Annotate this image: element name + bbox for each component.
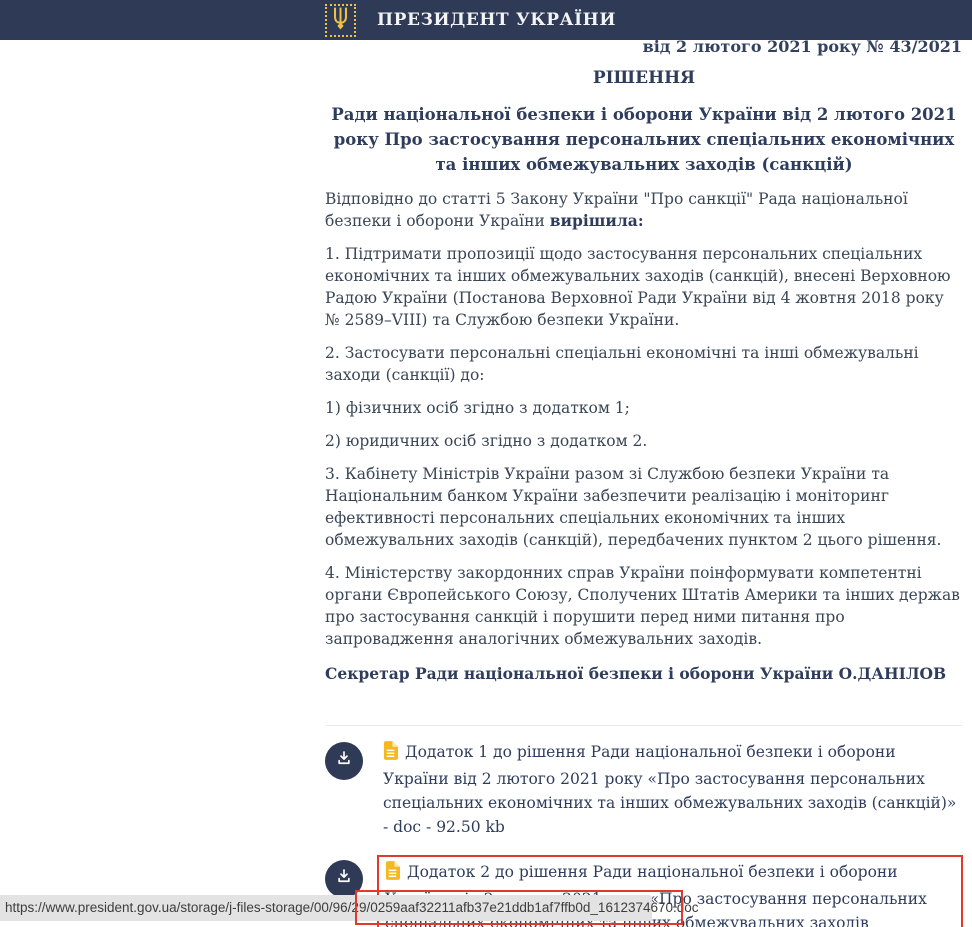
presidential-logo[interactable]	[325, 4, 356, 37]
browser-status-bar: https://www.president.gov.ua/storage/j-f…	[0, 895, 652, 921]
download-icon	[335, 749, 353, 773]
page: ПРЕЗИДЕНТ УКРАЇНИ від 2 лютого 2021 року…	[0, 0, 972, 927]
decision-document: РІШЕННЯ Ради національної безпеки і обор…	[325, 67, 963, 927]
download-button-attachment-2[interactable]	[325, 860, 363, 898]
paragraph-item-1: 1. Підтримати пропозиції щодо застосуван…	[325, 243, 963, 331]
intro-decided-word: вирішила:	[550, 211, 644, 230]
site-header: ПРЕЗИДЕНТ УКРАЇНИ	[0, 0, 972, 40]
download-icon	[335, 867, 353, 891]
attachments-divider	[325, 725, 963, 726]
status-url-prefix: https://www.president.gov.ua/storage/j-f…	[5, 900, 370, 915]
signature-line: Секретар Ради національної безпеки і обо…	[325, 663, 963, 685]
attachment-row-1: Додаток 1 до рішення Ради національної б…	[325, 737, 963, 844]
doc-file-icon	[383, 746, 398, 764]
doc-file-icon	[385, 866, 400, 884]
document-title: РІШЕННЯ	[325, 67, 963, 89]
download-button-attachment-1[interactable]	[325, 742, 363, 780]
paragraph-subitem-2: 2) юридичних осіб згідно з додатком 2.	[325, 430, 963, 452]
attachment-label: Додаток 1 до рішення Ради національної б…	[383, 743, 956, 836]
document-subtitle: Ради національної безпеки і оборони Укра…	[325, 102, 963, 177]
status-url-filename: 0259aaf32211afb37e21ddb1af7ffb0d_1612374…	[370, 900, 698, 915]
intro-paragraph: Відповідно до статті 5 Закону України "П…	[325, 188, 963, 232]
attachment-link-1[interactable]: Додаток 1 до рішення Ради національної б…	[377, 737, 963, 844]
trident-icon	[331, 6, 350, 35]
paragraph-subitem-1: 1) фізичних осіб згідно з додатком 1;	[325, 397, 963, 419]
paragraph-item-4: 4. Міністерству закордонних справ Україн…	[325, 562, 963, 650]
paragraph-item-2: 2. Застосувати персональні спеціальні ек…	[325, 342, 963, 386]
paragraph-item-3: 3. Кабінету Міністрів України разом зі С…	[325, 463, 963, 551]
site-title[interactable]: ПРЕЗИДЕНТ УКРАЇНИ	[377, 10, 616, 30]
